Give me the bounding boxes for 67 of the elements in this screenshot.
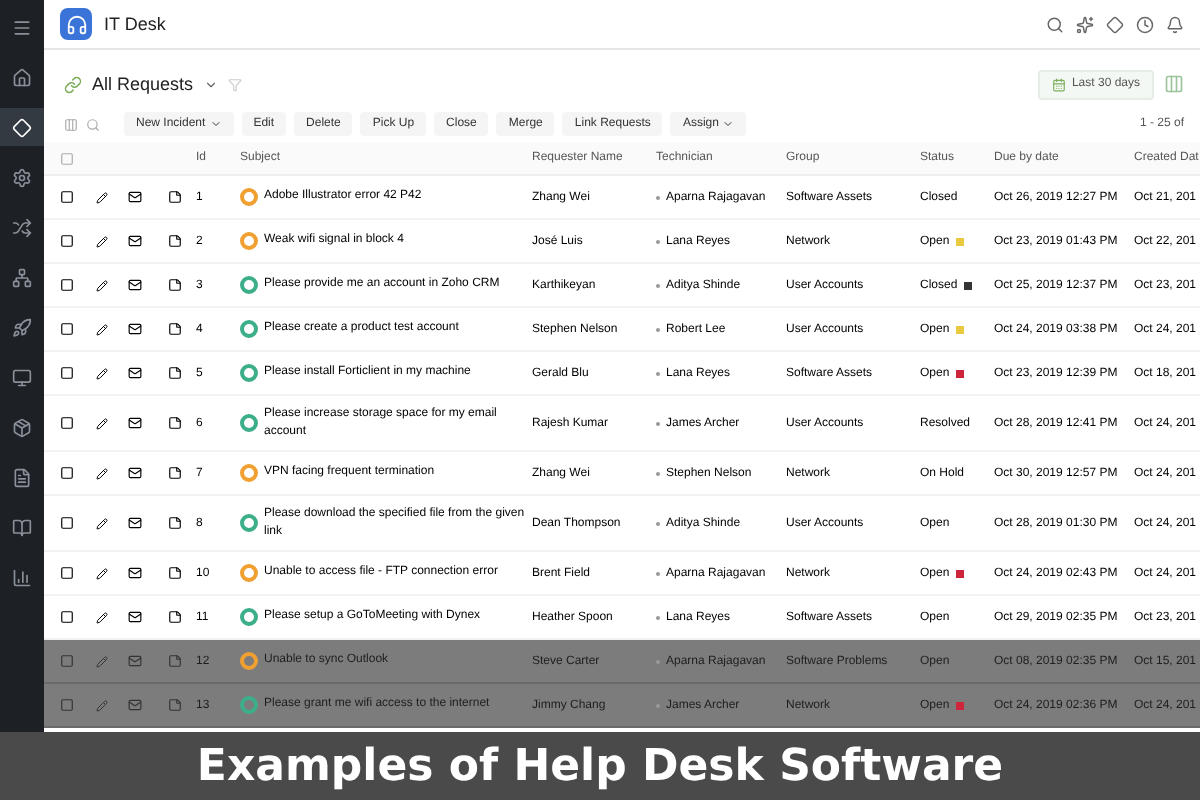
caption-text: Examples of Help Desk Software	[196, 741, 1004, 791]
select-all-checkbox[interactable]	[59, 151, 73, 165]
note-icon[interactable]	[167, 566, 181, 580]
mail-icon[interactable]	[127, 610, 141, 624]
note-icon[interactable]	[167, 190, 181, 204]
row-checkbox[interactable]	[59, 466, 73, 480]
sparkle-icon[interactable]	[1076, 15, 1094, 33]
row-checkbox[interactable]	[59, 322, 73, 336]
pencil-icon[interactable]	[96, 191, 108, 203]
clock-icon[interactable]	[1136, 15, 1154, 33]
diamond-icon[interactable]	[1106, 15, 1124, 33]
ring-icon	[240, 364, 258, 382]
row-checkbox[interactable]	[59, 654, 73, 668]
row-checkbox[interactable]	[59, 516, 73, 530]
ring-icon	[240, 696, 258, 714]
mail-icon[interactable]	[127, 366, 141, 380]
ring-icon	[240, 276, 258, 294]
ring-icon	[240, 464, 258, 482]
pencil-icon[interactable]	[96, 611, 108, 623]
ring-icon	[240, 320, 258, 338]
pencil-icon[interactable]	[96, 517, 108, 529]
note-icon[interactable]	[167, 516, 181, 530]
row-checkbox[interactable]	[59, 234, 73, 248]
row-checkbox[interactable]	[59, 566, 73, 580]
ring-icon	[240, 608, 258, 626]
row-checkbox[interactable]	[59, 610, 73, 624]
note-icon[interactable]	[167, 366, 181, 380]
pencil-icon[interactable]	[96, 323, 108, 335]
row-checkbox[interactable]	[59, 416, 73, 430]
mail-icon[interactable]	[127, 466, 141, 480]
note-icon[interactable]	[167, 278, 181, 292]
headset-logo-icon	[60, 8, 92, 40]
pencil-icon[interactable]	[96, 567, 108, 579]
note-icon[interactable]	[167, 466, 181, 480]
ring-icon	[240, 232, 258, 250]
row-checkbox[interactable]	[59, 278, 73, 292]
mail-icon[interactable]	[127, 566, 141, 580]
pencil-icon[interactable]	[96, 467, 108, 479]
mail-icon[interactable]	[127, 416, 141, 430]
mail-icon[interactable]	[127, 516, 141, 530]
bell-icon[interactable]	[1166, 15, 1184, 33]
ring-icon	[240, 564, 258, 582]
pencil-icon[interactable]	[96, 235, 108, 247]
ring-icon	[240, 514, 258, 532]
ring-icon	[240, 414, 258, 432]
calendar-icon	[1051, 77, 1066, 91]
app-title: IT Desk	[104, 14, 168, 34]
mail-icon[interactable]	[127, 278, 141, 292]
note-icon[interactable]	[167, 322, 181, 336]
mail-icon[interactable]	[127, 322, 141, 336]
chevron-down-icon[interactable]	[203, 77, 218, 91]
link-icon	[64, 75, 82, 93]
ring-icon	[240, 652, 258, 670]
row-checkbox[interactable]	[59, 698, 73, 712]
search-icon[interactable]	[1046, 15, 1064, 33]
row-checkbox[interactable]	[59, 190, 73, 204]
view-title[interactable]: All Requests	[92, 74, 194, 94]
ring-icon	[240, 188, 258, 206]
mail-icon[interactable]	[127, 234, 141, 248]
mail-icon[interactable]	[127, 190, 141, 204]
note-icon[interactable]	[167, 610, 181, 624]
note-icon[interactable]	[167, 416, 181, 430]
pencil-icon[interactable]	[96, 367, 108, 379]
note-icon[interactable]	[167, 234, 181, 248]
row-checkbox[interactable]	[59, 366, 73, 380]
pencil-icon[interactable]	[96, 279, 108, 291]
pencil-icon[interactable]	[96, 417, 108, 429]
